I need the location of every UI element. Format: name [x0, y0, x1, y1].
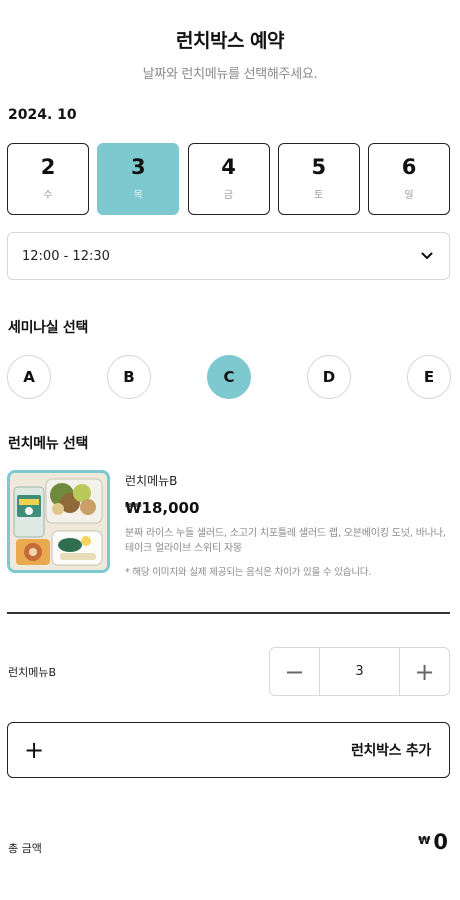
date-number: 5 — [311, 155, 327, 179]
time-select[interactable]: 12:00 - 12:30 — [7, 232, 450, 280]
quantity-item-label: 런치메뉴B — [8, 666, 57, 679]
page-subtitle: 날짜와 런치메뉴를 선택해주세요. — [142, 67, 318, 82]
menu-name: 런치메뉴B — [125, 474, 178, 488]
total-amount-value: 0 — [433, 830, 448, 854]
menu-info: 런치메뉴B ₩18,000 분짜 라이스 누들 샐러드, 소고기 치포틀레 샐러… — [125, 470, 447, 578]
date-weekday: 금 — [223, 190, 234, 201]
increment-button[interactable]: + — [400, 648, 449, 695]
room-option-a[interactable]: A — [7, 355, 51, 399]
chevron-down-icon — [421, 252, 433, 259]
room-option-e[interactable]: E — [407, 355, 451, 399]
date-number: 3 — [130, 155, 146, 179]
room-option-b[interactable]: B — [107, 355, 151, 399]
page-title: 런치박스 예약 — [176, 30, 285, 52]
total-label: 총 금액 — [8, 842, 42, 855]
add-lunchbox-button[interactable]: + 런치박스 추가 — [7, 722, 450, 778]
decrement-button[interactable]: − — [270, 648, 319, 695]
date-weekday: 수 — [43, 190, 53, 201]
lunch-menu-section-title: 런치메뉴 선택 — [8, 436, 89, 452]
plus-icon: + — [24, 736, 45, 764]
total-amount: ₩ 0 — [418, 832, 448, 853]
room-option-d[interactable]: D — [307, 355, 351, 399]
seminar-room-picker: A B C D E — [7, 355, 451, 399]
menu-card[interactable]: 런치메뉴B ₩18,000 분짜 라이스 누들 샐러드, 소고기 치포틀레 샐러… — [7, 470, 450, 580]
date-card[interactable]: 5 토 — [277, 143, 360, 215]
room-option-c[interactable]: C — [207, 355, 251, 399]
lunchbox-illustration — [10, 473, 107, 570]
menu-price: ₩18,000 — [125, 499, 200, 517]
currency-symbol: ₩ — [418, 834, 431, 847]
date-weekday: 토 — [314, 190, 324, 201]
menu-image — [7, 470, 110, 573]
date-weekday: 일 — [404, 190, 414, 201]
date-picker: 2 수 3 목 4 금 5 토 6 일 — [7, 143, 450, 215]
time-select-value: 12:00 - 12:30 — [22, 248, 110, 264]
date-card[interactable]: 6 일 — [368, 143, 450, 215]
date-card[interactable]: 2 수 — [7, 143, 89, 215]
seminar-section-title: 세미나실 선택 — [8, 320, 89, 336]
add-lunchbox-label: 런치박스 추가 — [350, 743, 431, 759]
date-number: 2 — [40, 155, 56, 179]
quantity-value[interactable]: 3 — [319, 648, 400, 695]
date-card-selected[interactable]: 3 목 — [97, 143, 180, 215]
menu-disclaimer: * 해당 이미지와 실제 제공되는 음식은 차이가 있을 수 있습니다. — [125, 567, 372, 578]
date-number: 6 — [401, 155, 417, 179]
date-card[interactable]: 4 금 — [187, 143, 270, 215]
quantity-stepper: − 3 + — [269, 647, 450, 696]
date-weekday: 목 — [133, 190, 143, 201]
date-number: 4 — [221, 155, 236, 179]
section-divider — [7, 612, 450, 614]
page-header: 런치박스 예약 날짜와 런치메뉴를 선택해주세요. — [0, 26, 460, 82]
month-label: 2024. 10 — [8, 107, 77, 123]
menu-description: 분짜 라이스 누들 샐러드, 소고기 치포틀레 샐러드 랩, 오븐베이킹 도넛,… — [125, 528, 446, 554]
